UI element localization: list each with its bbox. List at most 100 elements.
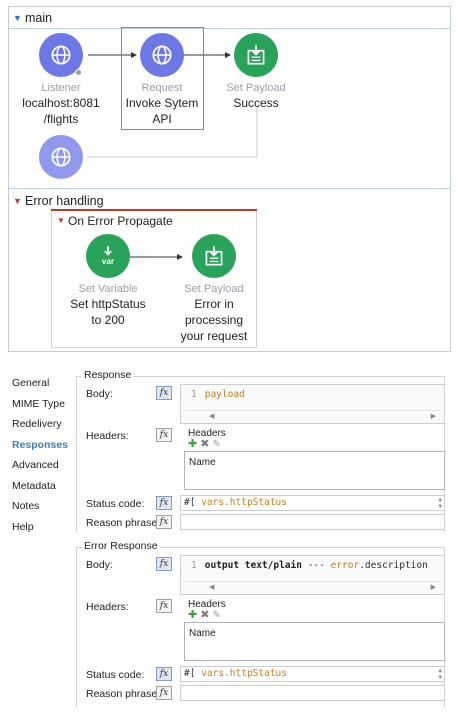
- nav-help[interactable]: Help: [12, 520, 74, 541]
- response-node[interactable]: [11, 135, 111, 179]
- fx-toggle-icon[interactable]: fx: [156, 496, 172, 510]
- properties-sidenav: General MIME Type Redelivery Responses A…: [12, 376, 74, 540]
- node-label: localhost:8081: [22, 96, 100, 110]
- horizontal-scrollbar[interactable]: ◀ ▶: [185, 410, 440, 420]
- status-code-input[interactable]: #[ vars.httpStatus ▲ ▼: [180, 495, 445, 511]
- status-expr: vars.httpStatus: [201, 497, 287, 508]
- expr-prefix: #[: [184, 668, 196, 679]
- globe-icon: [140, 33, 184, 77]
- payload-icon: [192, 234, 236, 278]
- divider: [9, 188, 450, 189]
- fx-toggle-icon[interactable]: fx: [156, 599, 172, 613]
- headers-label: Headers:: [86, 601, 129, 613]
- node-type: Set Payload: [184, 283, 244, 295]
- delete-icon[interactable]: ✖: [200, 438, 209, 450]
- error-body-editor[interactable]: 1 output text/plain --- error.description…: [180, 555, 445, 595]
- body-code: payload: [204, 389, 245, 400]
- nav-advanced[interactable]: Advanced: [12, 458, 74, 479]
- nav-mime-type[interactable]: MIME Type: [12, 397, 74, 418]
- error-response-legend: Error Response: [82, 540, 160, 552]
- code-member: .description: [359, 560, 428, 571]
- headers-title: Headers: [188, 599, 226, 610]
- error-handling-title: Error handling: [25, 194, 104, 208]
- nav-responses[interactable]: Responses: [12, 438, 74, 459]
- flow-canvas: ▼ main Listener localhost:8081 /flights …: [8, 6, 451, 352]
- error-response-group: Error Response Body: fx 1 output text/pla…: [76, 540, 445, 707]
- set-variable-node[interactable]: var Set Variable Set httpStatus to 200: [58, 234, 158, 328]
- headers-label: Headers:: [86, 430, 129, 442]
- fx-toggle-icon[interactable]: fx: [156, 428, 172, 442]
- node-label: API: [152, 112, 172, 126]
- node-type: Set Payload: [226, 82, 286, 94]
- body-label: Body:: [86, 559, 113, 571]
- headers-table[interactable]: Name: [184, 451, 445, 490]
- listener-node[interactable]: Listener localhost:8081 /flights: [11, 33, 111, 127]
- code-separator: ---: [301, 560, 331, 571]
- source-badge-icon: [75, 69, 82, 76]
- code-variable: error: [330, 560, 360, 571]
- error-status-code-input[interactable]: #[ vars.httpStatus ▲ ▼: [180, 666, 445, 682]
- variable-icon: var: [86, 234, 130, 278]
- globe-icon: [39, 135, 83, 179]
- nav-general[interactable]: General: [12, 376, 74, 397]
- nav-redelivery[interactable]: Redelivery: [12, 417, 74, 438]
- variable-icon-text: var: [102, 257, 115, 266]
- line-number: 1: [191, 560, 197, 571]
- line-number: 1: [191, 389, 197, 400]
- node-type: Set Variable: [78, 283, 138, 295]
- reason-phrase-input[interactable]: [180, 514, 445, 530]
- fx-toggle-icon[interactable]: fx: [156, 515, 172, 529]
- node-label: to 200: [91, 313, 125, 327]
- status-code-label: Status code:: [86, 498, 145, 510]
- scroll-right-icon[interactable]: ▶: [431, 583, 436, 591]
- error-reason-phrase-input[interactable]: [180, 685, 445, 701]
- reason-phrase-label: Reason phrase:: [86, 688, 161, 700]
- spinner-icon[interactable]: ▲ ▼: [438, 667, 442, 681]
- node-type: Listener: [41, 82, 81, 94]
- add-icon[interactable]: ✚: [188, 438, 197, 450]
- request-node[interactable]: Request Invoke Sytem API: [112, 33, 212, 127]
- column-header: Name: [189, 628, 216, 639]
- fx-toggle-icon[interactable]: fx: [156, 557, 172, 571]
- node-label: your request: [180, 329, 248, 343]
- headers-toolbar: ✚ ✖ ✎: [188, 610, 445, 622]
- headers-editor: Headers ✚ ✖ ✎ Name: [180, 428, 445, 490]
- node-label: Set httpStatus: [70, 297, 146, 311]
- status-expr: vars.httpStatus: [201, 668, 287, 679]
- edit-icon[interactable]: ✎: [212, 610, 220, 621]
- on-error-propagate-scope[interactable]: ▼ On Error Propagate var Set Variable Se…: [51, 209, 257, 348]
- error-set-payload-node[interactable]: Set Payload Error in processing your req…: [164, 234, 264, 344]
- node-label: /flights: [43, 112, 79, 126]
- edit-icon[interactable]: ✎: [212, 439, 220, 450]
- node-label: Error in: [194, 297, 234, 311]
- nav-notes[interactable]: Notes: [12, 499, 74, 520]
- fx-toggle-icon[interactable]: fx: [156, 686, 172, 700]
- response-group: Response Body: fx 1 payload ◀ ▶ Headers: f…: [76, 369, 445, 532]
- headers-title: Headers: [188, 428, 226, 439]
- code-keyword: output text/plain: [204, 560, 302, 571]
- node-label: processing: [184, 313, 244, 327]
- spinner-icon[interactable]: ▲ ▼: [438, 496, 442, 510]
- fx-toggle-icon[interactable]: fx: [156, 667, 172, 681]
- delete-icon[interactable]: ✖: [200, 609, 209, 621]
- body-label: Body:: [86, 388, 113, 400]
- globe-icon: [39, 33, 83, 77]
- add-icon[interactable]: ✚: [188, 609, 197, 621]
- node-label: Invoke Sytem: [125, 96, 199, 110]
- column-header: Name: [189, 457, 216, 468]
- node-type: Request: [141, 82, 183, 94]
- scroll-left-icon[interactable]: ◀: [209, 412, 214, 420]
- error-headers-editor: Headers ✚ ✖ ✎ Name: [180, 599, 445, 661]
- node-label: Success: [233, 96, 279, 110]
- fx-toggle-icon[interactable]: fx: [156, 386, 172, 400]
- payload-icon: [234, 33, 278, 77]
- body-editor[interactable]: 1 payload ◀ ▶: [180, 384, 445, 424]
- collapse-triangle-icon[interactable]: ▼: [13, 196, 22, 206]
- headers-table[interactable]: Name: [184, 622, 445, 661]
- expr-prefix: #[: [184, 497, 196, 508]
- horizontal-scrollbar[interactable]: ◀ ▶: [185, 581, 440, 591]
- scroll-right-icon[interactable]: ▶: [431, 412, 436, 420]
- set-payload-node[interactable]: Set Payload Success: [206, 33, 306, 111]
- scroll-left-icon[interactable]: ◀: [209, 583, 214, 591]
- nav-metadata[interactable]: Metadata: [12, 479, 74, 500]
